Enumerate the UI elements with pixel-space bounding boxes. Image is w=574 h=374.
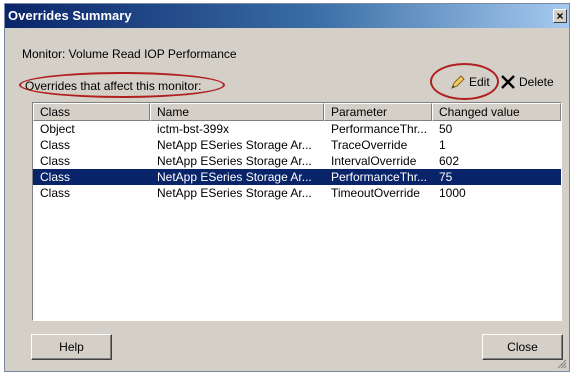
column-header-parameter[interactable]: Parameter xyxy=(324,103,432,121)
cell-name: ictm-bst-399x xyxy=(157,122,230,136)
cell-name: NetApp ESeries Storage Ar... xyxy=(157,186,312,200)
cell-changed-value: 1000 xyxy=(439,186,466,200)
edit-button[interactable]: Edit xyxy=(443,70,495,94)
table-header: Class Name Parameter Changed value xyxy=(33,103,561,121)
close-button[interactable]: Close xyxy=(482,334,563,360)
table-row[interactable]: Object ictm-bst-399x PerformanceThr... 5… xyxy=(33,121,561,137)
resize-grip-icon[interactable] xyxy=(557,359,567,369)
cell-changed-value: 50 xyxy=(439,122,453,136)
delete-x-icon xyxy=(501,75,515,89)
cell-changed-value: 1 xyxy=(439,138,446,152)
delete-button[interactable]: Delete xyxy=(498,70,564,94)
table-row[interactable]: Class NetApp ESeries Storage Ar... Inter… xyxy=(33,153,561,169)
cell-parameter: TraceOverride xyxy=(331,138,408,152)
monitor-label: Monitor: Volume Read IOP Performance xyxy=(22,47,237,61)
table-row[interactable]: Class NetApp ESeries Storage Ar... Trace… xyxy=(33,137,561,153)
cell-name: NetApp ESeries Storage Ar... xyxy=(157,170,312,184)
overrides-summary-dialog: Overrides Summary × Monitor: Volume Read… xyxy=(4,3,570,372)
table-row[interactable]: Class NetApp ESeries Storage Ar... Timeo… xyxy=(33,185,561,201)
cell-changed-value: 602 xyxy=(439,154,460,168)
edit-label: Edit xyxy=(469,75,490,89)
cell-parameter: TimeoutOverride xyxy=(331,186,420,200)
cell-class: Class xyxy=(40,186,71,200)
overrides-table[interactable]: Class Name Parameter Changed value Objec… xyxy=(32,102,562,321)
cell-parameter: PerformanceThr... xyxy=(331,122,428,136)
cell-name: NetApp ESeries Storage Ar... xyxy=(157,138,312,152)
cell-class: Object xyxy=(40,122,75,136)
cell-class: Class xyxy=(40,154,71,168)
cell-changed-value: 75 xyxy=(439,170,453,184)
cell-class: Class xyxy=(40,138,71,152)
cell-parameter: IntervalOverride xyxy=(331,154,417,168)
column-header-name[interactable]: Name xyxy=(150,103,324,121)
cell-name: NetApp ESeries Storage Ar... xyxy=(157,154,312,168)
column-header-class[interactable]: Class xyxy=(33,103,150,121)
help-button[interactable]: Help xyxy=(31,334,112,360)
cell-parameter: PerformanceThr... xyxy=(331,170,428,184)
dialog-title: Overrides Summary xyxy=(8,8,132,23)
table-row-selected[interactable]: Class NetApp ESeries Storage Ar... Perfo… xyxy=(33,169,561,185)
overrides-label: Overrides that affect this monitor: xyxy=(25,79,202,93)
column-header-changed-value[interactable]: Changed value xyxy=(432,103,561,121)
delete-label: Delete xyxy=(519,75,554,89)
pencil-icon xyxy=(451,75,465,89)
title-bar[interactable]: Overrides Summary × xyxy=(5,4,569,28)
close-window-icon[interactable]: × xyxy=(553,9,567,23)
cell-class: Class xyxy=(40,170,71,184)
